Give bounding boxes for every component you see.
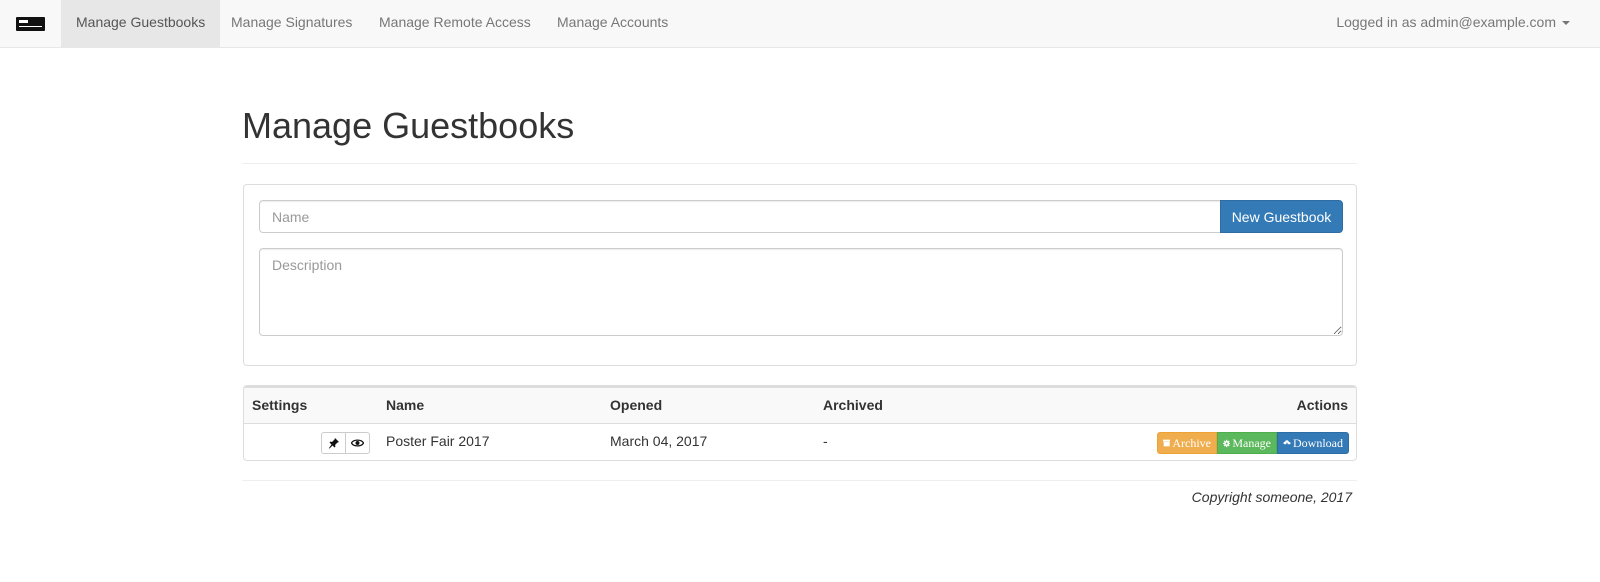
- nav-item-manage-accounts[interactable]: Manage Accounts: [542, 0, 683, 47]
- copyright-text: Copyright someone, 2017: [1191, 489, 1352, 505]
- caret-down-icon: [1562, 21, 1570, 26]
- guestbooks-table: Settings Name Opened Archived Actions Po…: [243, 385, 1357, 461]
- row-actions: Archive Manage Download: [1157, 432, 1349, 454]
- header-settings: Settings: [252, 397, 308, 413]
- visibility-button[interactable]: [345, 432, 370, 454]
- pin-icon: [328, 438, 339, 449]
- header-actions: Actions: [1296, 397, 1348, 413]
- header-archived: Archived: [823, 397, 883, 413]
- gear-icon: [1223, 439, 1231, 447]
- cloud-download-icon: [1283, 440, 1291, 446]
- header-divider: [242, 163, 1357, 164]
- page-title: Manage Guestbooks: [242, 105, 575, 146]
- guestbook-name-input[interactable]: [259, 200, 1221, 233]
- download-button[interactable]: Download: [1277, 432, 1349, 454]
- header-name: Name: [386, 397, 425, 413]
- user-menu-label: Logged in as admin@example.com: [1336, 14, 1556, 30]
- nav-item-manage-signatures[interactable]: Manage Signatures: [216, 0, 367, 47]
- archive-label: Archive: [1172, 436, 1211, 450]
- nav-item-manage-guestbooks[interactable]: Manage Guestbooks: [61, 0, 221, 47]
- archive-button[interactable]: Archive: [1157, 432, 1217, 454]
- guestbook-description-input[interactable]: [259, 248, 1343, 336]
- eye-icon: [351, 439, 364, 447]
- header-opened: Opened: [610, 397, 663, 413]
- manage-label: Manage: [1232, 436, 1271, 450]
- new-guestbook-button[interactable]: New Guestbook: [1220, 200, 1343, 233]
- archive-icon: [1163, 439, 1171, 447]
- new-guestbook-form: New Guestbook: [243, 184, 1357, 366]
- row-opened: March 04, 2017: [610, 433, 708, 449]
- manage-button[interactable]: Manage: [1217, 432, 1277, 454]
- row-archived: -: [823, 433, 828, 449]
- pin-button[interactable]: [321, 432, 346, 454]
- top-navbar: Manage Guestbooks Manage Signatures Mana…: [0, 0, 1600, 48]
- settings-button-group: [321, 432, 370, 454]
- footer-divider: [242, 480, 1357, 481]
- download-label: Download: [1293, 436, 1343, 450]
- table-header-row: Settings Name Opened Archived Actions: [244, 386, 1356, 424]
- brand-logo-icon[interactable]: [16, 17, 45, 31]
- nav-item-manage-remote-access[interactable]: Manage Remote Access: [364, 0, 546, 47]
- row-name: Poster Fair 2017: [386, 433, 490, 449]
- user-menu-dropdown[interactable]: Logged in as admin@example.com: [1336, 0, 1570, 47]
